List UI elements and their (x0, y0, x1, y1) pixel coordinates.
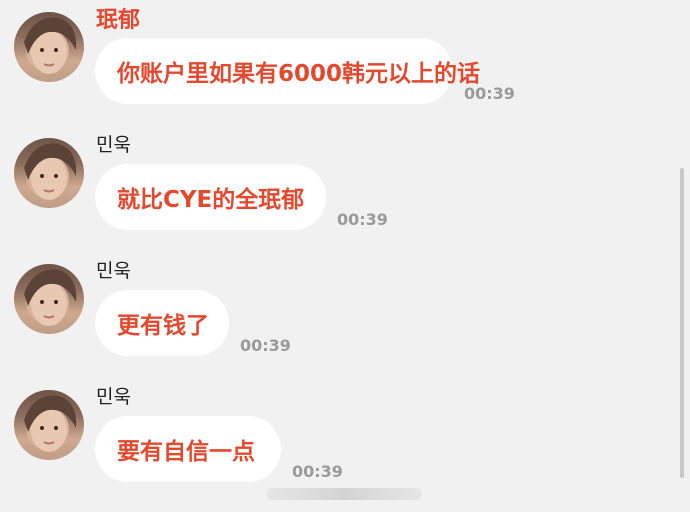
sender-name: 민욱 (96, 386, 131, 408)
message-time: 00:39 (464, 84, 515, 103)
message-row: 민욱 更有钱了 00:39 (0, 252, 690, 378)
scrollbar[interactable] (680, 168, 684, 478)
message-bubble[interactable]: 要有自信一点 (95, 416, 281, 482)
avatar-image (24, 143, 77, 200)
avatar-image (24, 17, 77, 74)
message-row: 민욱 就比CYE的全珉郁 00:39 (0, 126, 690, 252)
sender-name: 珉郁 (96, 8, 141, 33)
sender-name: 민욱 (96, 134, 131, 156)
message-text: 更有钱了 (117, 313, 209, 339)
avatar[interactable] (14, 12, 84, 82)
message-bubble[interactable]: 更有钱了 (95, 290, 229, 356)
message-row: 珉郁 你账户里如果有6000韩元以上的话 00:39 (0, 0, 690, 126)
avatar-image (24, 269, 77, 326)
message-row: 민욱 要有自信一点 00:39 (0, 378, 690, 504)
message-bubble[interactable]: 就比CYE的全珉郁 (95, 164, 326, 230)
message-text: 你账户里如果有6000韩元以上的话 (117, 61, 481, 87)
avatar-image (24, 395, 77, 452)
message-text: 要有自信一点 (117, 439, 255, 465)
message-text: 就比CYE的全珉郁 (117, 187, 305, 213)
home-indicator (266, 488, 422, 500)
avatar[interactable] (14, 390, 84, 460)
sender-name: 민욱 (96, 260, 131, 282)
avatar[interactable] (14, 264, 84, 334)
message-time: 00:39 (240, 336, 291, 355)
avatar[interactable] (14, 138, 84, 208)
message-bubble[interactable]: 你账户里如果有6000韩元以上的话 (95, 38, 480, 104)
message-time: 00:39 (292, 462, 343, 481)
message-time: 00:39 (337, 210, 388, 229)
